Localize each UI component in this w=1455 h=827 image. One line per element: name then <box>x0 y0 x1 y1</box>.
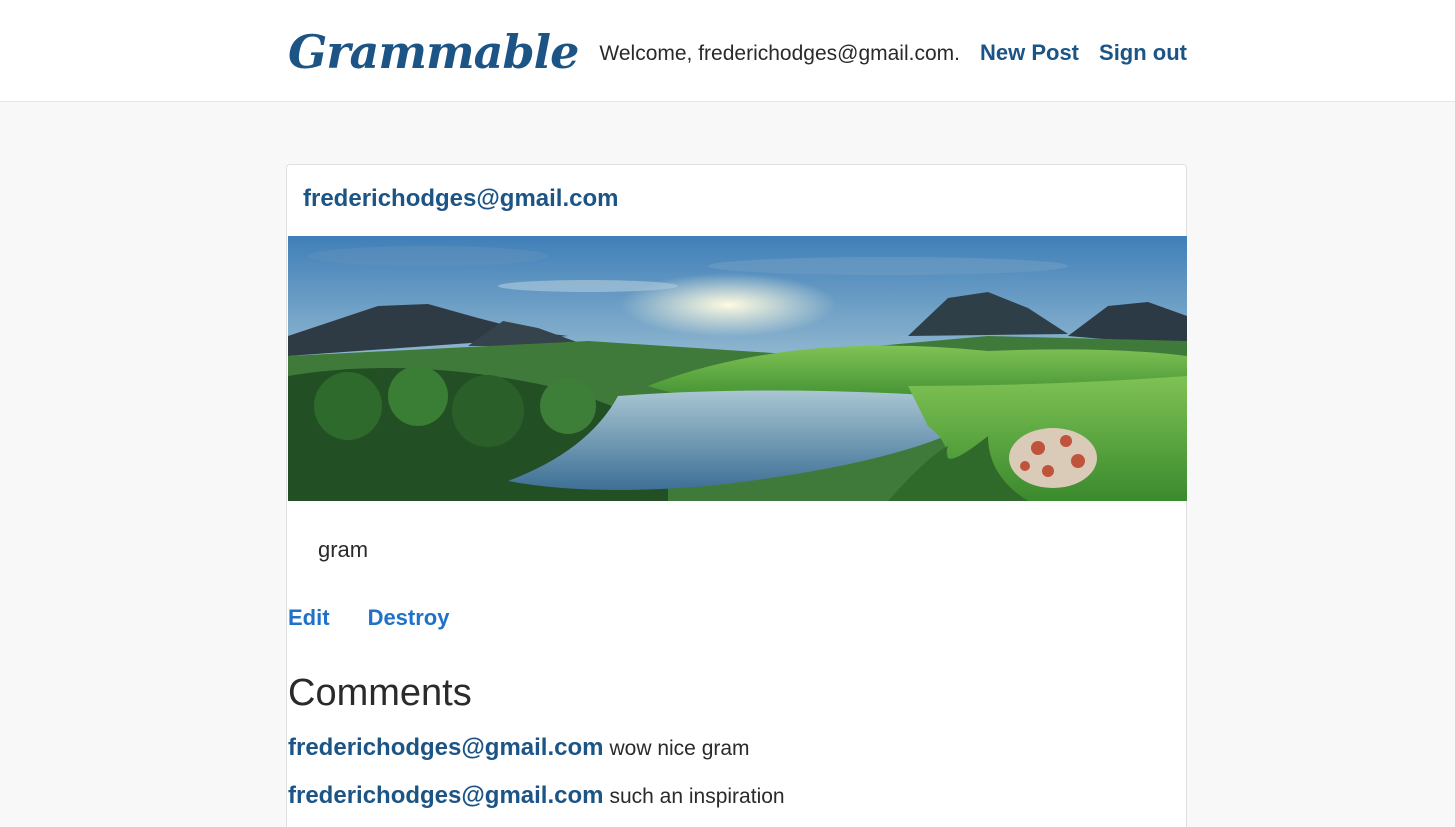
comment-text: wow nice gram <box>609 737 750 760</box>
comment-author[interactable]: frederichodges@gmail.com <box>288 782 603 809</box>
top-navbar: Grammable Welcome, frederichodges@gmail.… <box>0 0 1455 102</box>
post-image <box>288 236 1187 501</box>
nav-links: Welcome, frederichodges@gmail.com. New P… <box>599 38 1187 69</box>
post-actions: Edit Destroy <box>288 603 449 633</box>
comment-item: frederichodges@gmail.com wow nice gram <box>288 733 750 764</box>
comment-item: frederichodges@gmail.com such an inspirat… <box>288 781 785 812</box>
new-post-link[interactable]: New Post <box>980 38 1079 68</box>
welcome-text: Welcome, frederichodges@gmail.com. <box>599 42 960 65</box>
post-caption: gram <box>318 537 369 562</box>
brand-logo[interactable]: Grammable <box>288 22 579 82</box>
post-card: frederichodges@gmail.com gram Edit Destr… <box>286 164 1187 827</box>
post-author[interactable]: frederichodges@gmail.com <box>303 183 618 215</box>
comment-text: such an inspiration <box>609 785 785 808</box>
comment-author[interactable]: frederichodges@gmail.com <box>288 734 603 761</box>
destroy-link[interactable]: Destroy <box>368 603 450 633</box>
sign-out-link[interactable]: Sign out <box>1099 38 1187 68</box>
comments-heading: Comments <box>288 672 472 714</box>
edit-link[interactable]: Edit <box>288 603 330 633</box>
